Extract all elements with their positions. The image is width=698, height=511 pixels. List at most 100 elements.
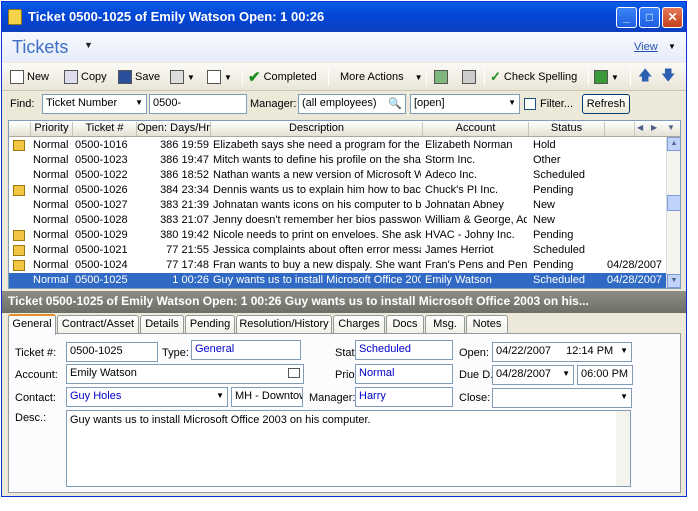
excel-chevron-icon[interactable]: ▼ bbox=[611, 73, 619, 82]
account-field[interactable]: Emily Watson bbox=[66, 364, 304, 384]
table-row[interactable]: Normal 0500-1027 383 21:39 Johnatan wants i… bbox=[9, 198, 667, 213]
tab-resolution-history[interactable]: Resolution/History bbox=[236, 315, 332, 334]
column-header-due[interactable] bbox=[605, 122, 635, 136]
table-row[interactable]: Normal 0500-1028 383 21:07 Jenny doesn't re… bbox=[9, 213, 667, 228]
type-field[interactable]: General bbox=[191, 340, 301, 360]
tab-docs[interactable]: Docs bbox=[386, 315, 424, 334]
open-datetime-field[interactable]: 04/22/2007 12:14 PM ▼ bbox=[492, 342, 632, 362]
cell-account: Chuck's PI Inc. bbox=[425, 184, 499, 196]
save-button[interactable]: Save bbox=[118, 67, 160, 87]
column-header-open[interactable]: Open: Days/Hr bbox=[137, 122, 211, 136]
table-row[interactable]: Normal 0500-1024 77 17:48 Fran wants to buy… bbox=[9, 258, 667, 273]
description-textarea[interactable]: Guy wants us to install Microsoft Office… bbox=[66, 410, 631, 487]
account-card-icon[interactable] bbox=[288, 368, 300, 378]
find-value-input[interactable]: 0500- bbox=[149, 94, 247, 114]
link-button[interactable] bbox=[434, 67, 448, 87]
toolbar-separator bbox=[426, 68, 427, 86]
priority-value: Normal bbox=[359, 367, 395, 379]
cell-due: 04/28/2007 bbox=[607, 259, 663, 271]
due-time-field[interactable]: 06:00 PM bbox=[577, 365, 633, 385]
preview-chevron-icon[interactable]: ▼ bbox=[224, 73, 232, 82]
tab-contract-asset[interactable]: Contract/Asset bbox=[57, 315, 139, 334]
completed-button[interactable]: ✔ Completed bbox=[248, 67, 317, 87]
fax-button[interactable] bbox=[462, 67, 476, 87]
scroll-up-icon[interactable]: ▲ bbox=[667, 137, 680, 151]
cell-account: Johnatan Abney bbox=[425, 199, 504, 211]
description-scrollbar[interactable] bbox=[616, 411, 630, 486]
tab-details[interactable]: Details bbox=[140, 315, 184, 334]
view-chevron-icon[interactable]: ▼ bbox=[668, 42, 676, 51]
column-header-description[interactable]: Description bbox=[211, 122, 423, 136]
minimize-button[interactable]: _ bbox=[616, 7, 637, 28]
cell-account: Fran's Pens and Penc bbox=[425, 259, 527, 271]
priority-field[interactable]: Normal bbox=[355, 364, 453, 384]
previous-record-button[interactable]: 🡅 bbox=[638, 67, 652, 87]
title-bar[interactable]: Ticket 0500-1025 of Emily Watson Open: 1… bbox=[2, 2, 686, 32]
filter-checkbox[interactable] bbox=[524, 98, 536, 110]
manager-filter-input[interactable]: (all employees) 🔍 bbox=[298, 94, 406, 114]
refresh-button[interactable]: Refresh bbox=[582, 94, 630, 114]
cell-ticket: 0500-1024 bbox=[75, 259, 128, 271]
checkmark-icon: ✔ bbox=[248, 69, 261, 86]
tab-notes[interactable]: Notes bbox=[466, 315, 508, 334]
table-row[interactable]: Normal 0500-1023 386 19:47 Mitch wants to d… bbox=[9, 153, 667, 168]
cell-priority: Normal bbox=[33, 229, 69, 241]
close-button[interactable]: ✕ bbox=[662, 7, 683, 28]
description-text: Guy wants us to install Microsoft Office… bbox=[70, 414, 371, 426]
table-row[interactable]: Normal 0500-1021 77 21:55 Jessica complaint… bbox=[9, 243, 667, 258]
column-header-ticket[interactable]: Ticket # bbox=[73, 122, 137, 136]
check-spelling-button[interactable]: ✓ Check Spelling bbox=[490, 67, 577, 87]
tab-general[interactable]: General bbox=[8, 314, 56, 335]
next-record-button[interactable]: 🡇 bbox=[661, 67, 675, 87]
column-header-flag[interactable] bbox=[9, 122, 31, 136]
maximize-button[interactable]: □ bbox=[639, 7, 660, 28]
more-actions-button[interactable]: More Actions ▼ bbox=[340, 67, 423, 87]
status-filter-select[interactable]: [open] ▼ bbox=[410, 94, 520, 114]
ticket-flag-icon bbox=[13, 260, 25, 271]
general-panel: Ticket #: 0500-1025 Type: General Status… bbox=[8, 333, 681, 493]
contact-location-field[interactable]: MH - Downtow bbox=[231, 387, 303, 407]
cell-status: Pending bbox=[533, 184, 574, 196]
print-button[interactable]: ▼ bbox=[170, 67, 195, 87]
type-label: Type: bbox=[162, 347, 189, 359]
table-row[interactable]: Normal 0500-1025 1 00:26 Guy wants us to in… bbox=[9, 273, 667, 288]
close-datetime-field[interactable]: ▼ bbox=[492, 388, 632, 408]
print-chevron-icon[interactable]: ▼ bbox=[187, 73, 195, 82]
copy-button[interactable]: Copy bbox=[64, 67, 107, 87]
tab-pending[interactable]: Pending bbox=[185, 315, 235, 334]
scroll-columns-right-icon[interactable]: ▶ bbox=[651, 123, 657, 132]
contact-field[interactable]: Guy Holes ▼ bbox=[66, 387, 228, 407]
tab-charges[interactable]: Charges bbox=[333, 315, 385, 334]
search-icon[interactable]: 🔍 bbox=[388, 97, 402, 110]
column-chooser-chevron-icon[interactable]: ▼ bbox=[667, 123, 675, 132]
cell-account: Elizabeth Norman bbox=[425, 139, 513, 151]
ticket-number-field[interactable]: 0500-1025 bbox=[66, 342, 158, 362]
grid-vertical-scrollbar[interactable]: ▲ ▼ bbox=[666, 137, 680, 288]
preview-button[interactable]: ▼ bbox=[207, 67, 232, 87]
manager-field[interactable]: Harry bbox=[355, 387, 453, 407]
excel-button[interactable]: ▼ bbox=[594, 67, 619, 87]
cell-desc: Guy wants us to install Microsoft Office… bbox=[213, 274, 421, 286]
manager-label: Manager: bbox=[250, 98, 297, 110]
table-row[interactable]: Normal 0500-1022 386 18:52 Nathan wants a n… bbox=[9, 168, 667, 183]
table-row[interactable]: Normal 0500-1029 380 19:42 Nicole needs to … bbox=[9, 228, 667, 243]
chevron-down-icon: ▼ bbox=[508, 98, 516, 107]
find-field-select[interactable]: Ticket Number ▼ bbox=[42, 94, 147, 114]
table-row[interactable]: Normal 0500-1016 386 19:59 Elizabeth says s… bbox=[9, 138, 667, 153]
status-field[interactable]: Scheduled bbox=[355, 340, 453, 360]
scroll-columns-left-icon[interactable]: ◀ bbox=[637, 123, 643, 132]
cell-ticket: 0500-1023 bbox=[75, 154, 128, 166]
printer-icon bbox=[170, 70, 184, 84]
due-date-field[interactable]: 04/28/2007 ▼ bbox=[492, 365, 574, 385]
table-row[interactable]: Normal 0500-1026 384 23:34 Dennis wants us … bbox=[9, 183, 667, 198]
view-link[interactable]: View bbox=[634, 41, 658, 53]
column-header-priority[interactable]: Priority bbox=[31, 122, 73, 136]
tab-msg[interactable]: Msg. bbox=[425, 315, 465, 334]
new-button[interactable]: New bbox=[10, 67, 49, 87]
scroll-down-icon[interactable]: ▼ bbox=[667, 274, 680, 288]
scrollbar-thumb[interactable] bbox=[667, 195, 680, 211]
manager-value: Harry bbox=[359, 390, 386, 402]
column-header-account[interactable]: Account bbox=[423, 122, 529, 136]
column-header-status[interactable]: Status bbox=[529, 122, 605, 136]
module-menu-chevron-icon[interactable]: ▼ bbox=[84, 40, 93, 50]
